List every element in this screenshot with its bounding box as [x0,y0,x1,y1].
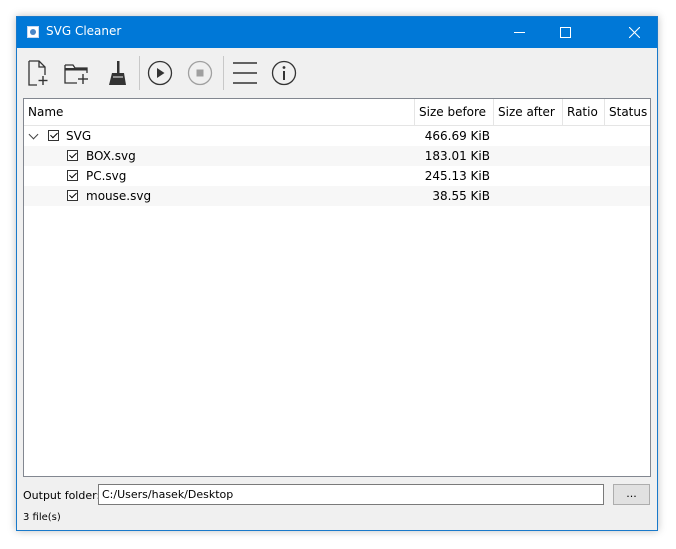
file-tree[interactable]: Name Size before Size after Ratio Status… [23,98,651,477]
browse-button[interactable]: ... [613,484,650,505]
toolbar-separator [139,56,140,90]
file-size-before: 245.13 KiB [424,169,490,183]
checkbox-file[interactable] [67,190,78,201]
maximize-icon [559,27,571,38]
stop-icon [187,60,213,86]
tree-header: Name Size before Size after Ratio Status [24,99,650,126]
toolbar-separator [223,56,224,90]
toolbar [17,48,657,96]
checkbox-root[interactable] [48,130,59,141]
file-name: BOX.svg [86,149,136,163]
app-icon [27,26,39,38]
close-button[interactable] [611,17,657,48]
minimize-button[interactable] [496,17,542,48]
file-count-status: 3 file(s) [23,512,61,523]
start-button[interactable] [145,58,175,88]
file-size-before: 183.01 KiB [424,149,490,163]
info-icon [271,60,297,86]
clear-button[interactable] [103,58,133,88]
menu-button[interactable] [230,58,260,88]
play-icon [147,60,173,86]
root-folder-name: SVG [66,129,92,143]
maximize-button[interactable] [542,17,588,48]
column-header-size-after[interactable]: Size after [494,99,563,125]
add-folder-button[interactable] [62,58,92,88]
output-folder-label: Output folder: [23,489,101,502]
add-file-icon [28,60,48,86]
tree-row[interactable]: PC.svg 245.13 KiB [24,166,650,186]
root-size-before: 466.69 KiB [424,129,490,143]
app-window: SVG Cleaner Name Size before Size after … [16,16,658,531]
checkbox-file[interactable] [67,170,78,181]
window-title: SVG Cleaner [46,24,122,38]
tree-row-root[interactable]: SVG 466.69 KiB [24,126,650,146]
column-header-status[interactable]: Status [605,99,650,125]
file-name: mouse.svg [86,189,152,203]
file-name: PC.svg [86,169,127,183]
hamburger-icon [233,62,257,84]
minimize-icon [513,32,525,33]
tree-row[interactable]: BOX.svg 183.01 KiB [24,146,650,166]
tree-row[interactable]: mouse.svg 38.55 KiB [24,186,650,206]
about-button[interactable] [269,58,299,88]
title-bar[interactable]: SVG Cleaner [17,17,657,48]
file-size-before: 38.55 KiB [432,189,490,203]
add-folder-icon [64,64,88,84]
add-file-button[interactable] [23,58,53,88]
broom-icon [109,61,126,85]
column-header-ratio[interactable]: Ratio [563,99,605,125]
close-icon [628,27,640,38]
checkbox-file[interactable] [67,150,78,161]
column-header-size-before[interactable]: Size before [415,99,494,125]
output-folder-input[interactable]: C:/Users/hasek/Desktop [98,484,604,505]
stop-button[interactable] [185,58,215,88]
column-header-name[interactable]: Name [24,99,415,125]
chevron-down-icon[interactable] [28,129,39,140]
